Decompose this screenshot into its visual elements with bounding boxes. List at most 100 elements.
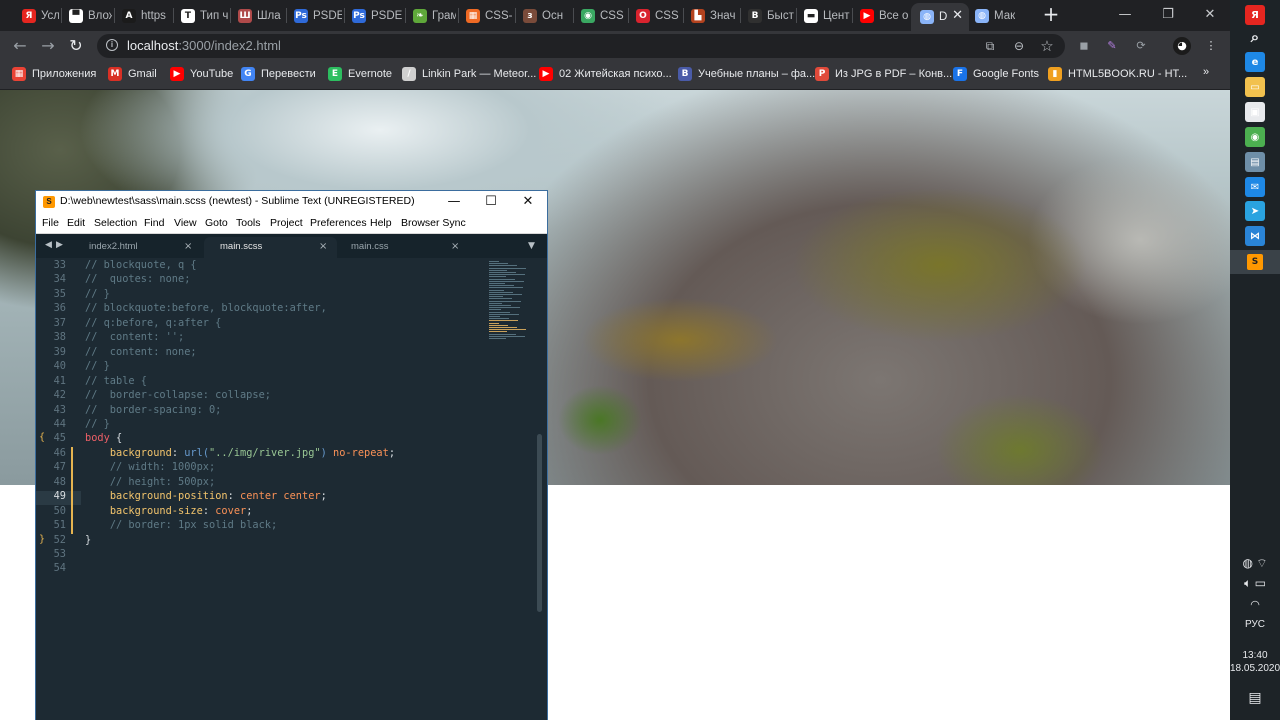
clock-time[interactable]: 13:40 <box>1230 650 1280 661</box>
code-line[interactable]: // width: 1000px; <box>85 461 215 473</box>
volume-battery-tray-icon[interactable]: 🔈︎ ▭ <box>1230 576 1280 591</box>
telegram-icon[interactable]: ➤ <box>1245 201 1265 221</box>
extension-icon[interactable]: ◼ <box>1075 37 1093 55</box>
menu-kebab-icon[interactable]: ⋮ <box>1202 37 1220 55</box>
code-line[interactable]: // table { <box>85 375 147 387</box>
sublime-menu-item[interactable]: Help <box>370 217 392 229</box>
sublime-menu-item[interactable]: Edit <box>67 217 85 229</box>
code-line[interactable]: // border-spacing: 0; <box>85 404 221 416</box>
editor-tab[interactable]: main.scss × <box>220 237 331 258</box>
sublime-menu-item[interactable]: Browser Sync <box>401 217 466 229</box>
bookmark-item[interactable]: ▮ HTML5BOOK.RU - HT... <box>1048 67 1187 81</box>
notifications-icon[interactable]: ▤ <box>1230 689 1280 706</box>
bookmark-item[interactable]: E Evernote <box>328 67 392 81</box>
back-icon[interactable]: ← <box>9 35 31 57</box>
browser-tab[interactable]: ▦ CSS- <box>457 4 513 28</box>
sublime-menu-item[interactable]: File <box>42 217 59 229</box>
sublime-close-button[interactable]: ✕ <box>510 191 546 213</box>
sublime-maximize-button[interactable]: ☐ <box>473 191 509 213</box>
url-text[interactable]: localhost:3000/index2.html <box>127 38 281 53</box>
sublime-text-icon[interactable]: S <box>1230 250 1280 274</box>
bookmark-star-icon[interactable]: ☆ <box>1039 38 1055 54</box>
chrome-icon[interactable]: ◉ <box>1245 127 1265 147</box>
browser-tab[interactable]: T Тип ч <box>172 4 228 28</box>
reload-icon[interactable]: ↻ <box>65 35 87 57</box>
bookmark-item[interactable]: M Gmail <box>108 67 157 81</box>
translate-icon[interactable]: ⧉ <box>982 38 998 54</box>
zoom-icon[interactable]: ⊖ <box>1011 38 1027 54</box>
store-icon[interactable]: ▣ <box>1245 102 1265 122</box>
sublime-minimize-button[interactable]: — <box>436 191 472 213</box>
browser-tab[interactable]: O CSS <box>627 4 681 28</box>
bookmark-item[interactable]: F Google Fonts <box>953 67 1039 81</box>
browser-tab[interactable]: Ps PSDE <box>285 4 342 28</box>
editor-tab-close-icon[interactable]: × <box>451 237 459 257</box>
browser-tab[interactable]: ❧ Грам <box>404 4 456 28</box>
language-indicator[interactable]: РУС <box>1230 619 1280 630</box>
bookmark-item[interactable]: ▶ YouTube <box>170 67 233 81</box>
tab-scroll-right-icon[interactable]: ▶ <box>56 240 63 250</box>
code-line[interactable]: background-position: center center; <box>85 490 327 502</box>
sublime-menu-item[interactable]: Goto <box>205 217 228 229</box>
wifi-tray-icon[interactable]: ◠ <box>1230 598 1280 611</box>
editor-tab[interactable]: main.css × <box>351 237 463 258</box>
code-line[interactable]: // height: 500px; <box>85 476 215 488</box>
pen-extension-icon[interactable]: ✎ <box>1103 37 1121 55</box>
bookmark-item[interactable]: B Учебные планы – фа... <box>678 67 815 81</box>
browser-tab[interactable]: з Осн <box>514 4 571 28</box>
bookmark-item[interactable]: ▶ 02 Житейская психо... <box>539 67 672 81</box>
browser-tab[interactable]: ▶ Все о <box>851 4 910 28</box>
window-minimize-button[interactable]: — <box>1105 3 1145 27</box>
bookmarks-overflow-icon[interactable]: » <box>1203 66 1209 78</box>
code-line[interactable]: } <box>85 534 91 546</box>
code-line[interactable]: // q:before, q:after { <box>85 317 221 329</box>
tab-close-icon[interactable]: ✕ <box>952 8 963 23</box>
sublime-menu-item[interactable]: Selection <box>94 217 137 229</box>
vscode-icon[interactable]: ⋈ <box>1245 226 1265 246</box>
file-explorer-icon[interactable]: ▭ <box>1245 77 1265 97</box>
code-line[interactable]: body { <box>85 432 122 444</box>
editor-tab-close-icon[interactable]: × <box>319 237 327 257</box>
code-line[interactable]: // blockquote, q { <box>85 259 197 271</box>
editor-tab[interactable]: index2.html × <box>89 237 196 258</box>
sync-extension-icon[interactable]: ⟳ <box>1132 37 1150 55</box>
browser-tab[interactable]: Я Усло <box>13 4 59 28</box>
code-line[interactable]: background: url("../img/river.jpg") no-r… <box>85 447 395 459</box>
sublime-menu-item[interactable]: Find <box>144 217 164 229</box>
browser-tab[interactable]: ◉ CSS <box>572 4 626 28</box>
browser-tab[interactable]: ◍ D ✕ <box>911 3 969 31</box>
sublime-menu-item[interactable]: Project <box>270 217 303 229</box>
sublime-menu-item[interactable]: Preferences <box>310 217 367 229</box>
browser-tab[interactable]: ▙ Знач <box>682 4 738 28</box>
editor-scrollbar[interactable] <box>537 434 542 612</box>
photos-icon[interactable]: ▤ <box>1245 152 1265 172</box>
search-icon[interactable]: ⌕ <box>1245 27 1265 47</box>
bookmark-item[interactable]: P Из JPG в PDF – Конв... <box>815 67 952 81</box>
code-line[interactable]: // } <box>85 418 110 430</box>
window-close-button[interactable]: ✕ <box>1190 3 1230 27</box>
editor-tab-close-icon[interactable]: × <box>184 237 192 257</box>
code-line[interactable]: // border-collapse: collapse; <box>85 389 271 401</box>
clock-date[interactable]: 18.05.2020 <box>1230 663 1280 674</box>
tab-list-dropdown-icon[interactable]: ▼ <box>528 241 535 251</box>
code-line[interactable]: // content: none; <box>85 346 197 358</box>
sublime-menu-item[interactable]: View <box>174 217 197 229</box>
minimap[interactable] <box>487 258 527 348</box>
address-bar[interactable]: i localhost:3000/index2.html ⧉ ⊖ ☆ <box>97 34 1065 58</box>
bookmark-item[interactable]: G Перевести <box>241 67 316 81</box>
browser-tab[interactable]: Ahttps <box>113 4 171 28</box>
forward-icon[interactable]: → <box>37 35 59 57</box>
code-line[interactable]: // blockquote:before, blockquote:after, <box>85 302 327 314</box>
browser-tab[interactable]: Ш Шла <box>229 4 284 28</box>
browser-tab[interactable]: Ps PSDE <box>343 4 403 28</box>
new-tab-button[interactable]: + <box>1040 4 1062 26</box>
tab-scroll-left-icon[interactable]: ◀ <box>45 240 52 250</box>
browser-tab[interactable]: ◍ Мак <box>966 4 1026 28</box>
network-tray-icon[interactable]: ◍ ⌔ <box>1230 556 1280 571</box>
browser-tab[interactable]: B Быст <box>739 4 794 28</box>
sublime-menu-item[interactable]: Tools <box>236 217 261 229</box>
browser-tab[interactable]: ▬ Цент <box>795 4 850 28</box>
bookmark-item[interactable]: / Linkin Park — Meteor... <box>402 67 536 81</box>
site-info-icon[interactable]: i <box>106 39 118 51</box>
code-line[interactable]: // } <box>85 288 110 300</box>
